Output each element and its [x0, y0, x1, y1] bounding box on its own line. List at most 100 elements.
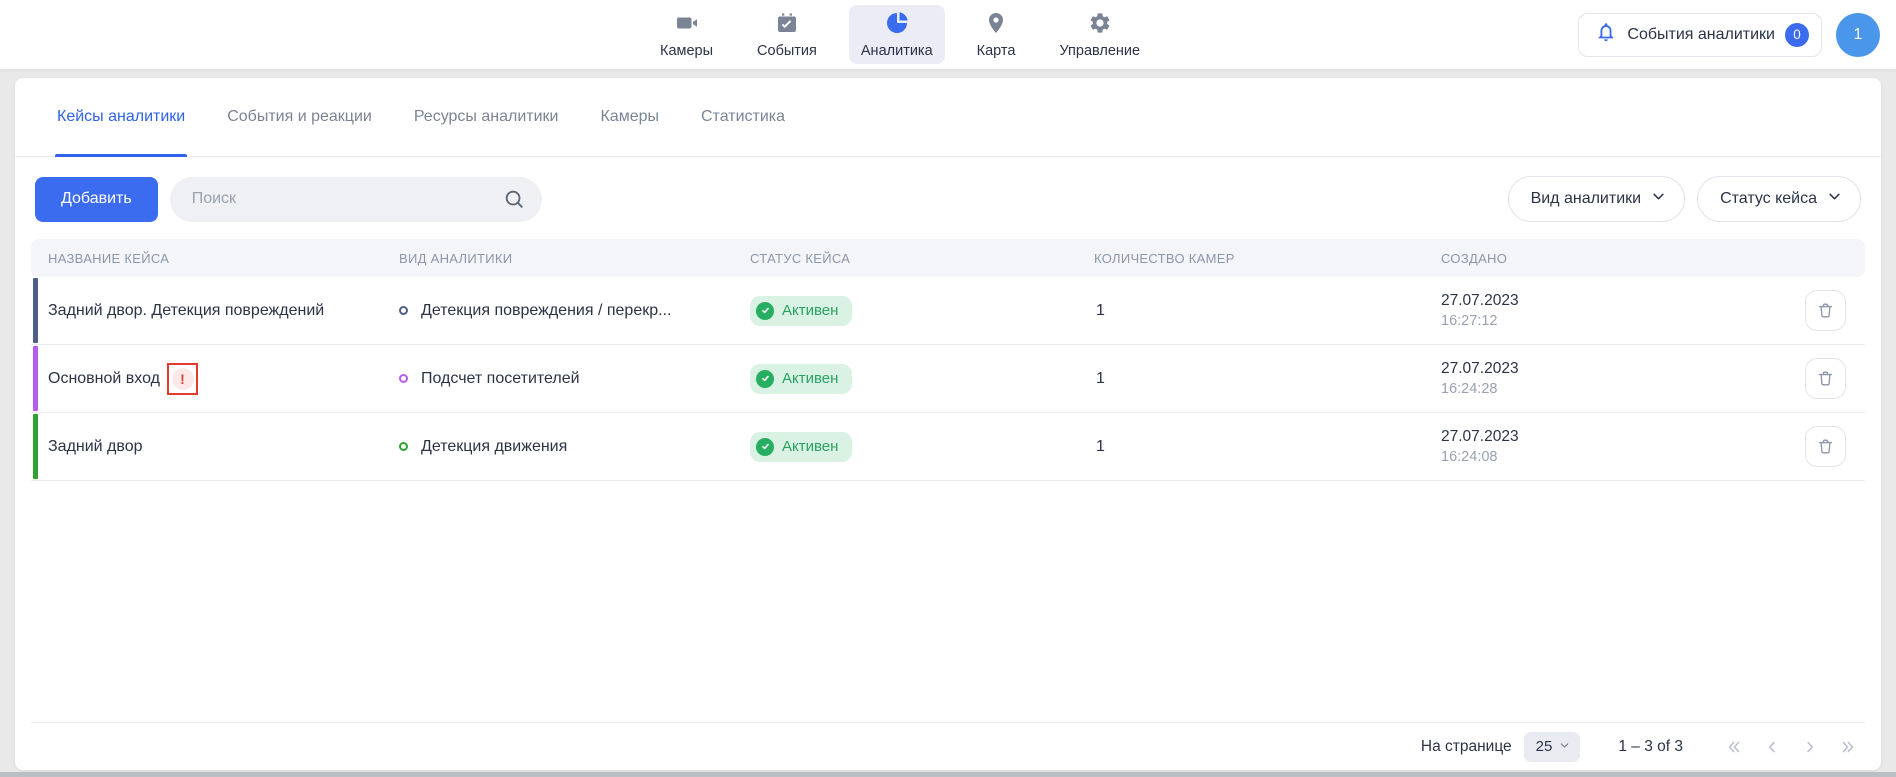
status-label: Активен — [782, 438, 838, 455]
double-chevron-right-icon — [1839, 738, 1857, 756]
pagination-controls — [1719, 732, 1863, 762]
toolbar: Добавить Вид аналитики Статус кейса — [35, 176, 1861, 222]
camera-count: 1 — [1094, 438, 1441, 456]
created-date: 27.07.2023 — [1441, 360, 1805, 378]
search-icon[interactable] — [503, 188, 525, 210]
nav-item-label: Управление — [1059, 43, 1140, 59]
search-input[interactable] — [170, 177, 542, 222]
nav-item-events[interactable]: События — [745, 5, 829, 64]
trash-icon — [1816, 437, 1835, 456]
chevron-down-icon — [1651, 189, 1666, 209]
notification-count-badge: 0 — [1785, 23, 1809, 47]
nav-item-label: Карта — [977, 43, 1016, 59]
add-button[interactable]: Добавить — [35, 177, 158, 222]
table-row[interactable]: Задний двор. Детекция повреждений ! Дете… — [31, 277, 1865, 345]
warning-icon: ! — [172, 368, 194, 390]
tab-analytics-resources[interactable]: Ресурсы аналитики — [414, 78, 559, 156]
case-name: Основной вход — [48, 370, 160, 388]
top-header: Камеры События Аналитика Карта Управлени… — [0, 0, 1896, 70]
chevron-down-icon — [1559, 738, 1570, 755]
calendar-icon — [775, 11, 799, 40]
per-page-select[interactable]: 25 — [1524, 732, 1581, 762]
chevron-left-icon — [1763, 738, 1781, 756]
header-right: События аналитики 0 1 — [1578, 0, 1880, 69]
status-badge: Активен — [750, 432, 852, 462]
tab-analytics-cases[interactable]: Кейсы аналитики — [57, 78, 185, 156]
nav-item-management[interactable]: Управление — [1047, 5, 1152, 64]
table-header-row: НАЗВАНИЕ КЕЙСА ВИД АНАЛИТИКИ СТАТУС КЕЙС… — [31, 239, 1865, 277]
cases-table: НАЗВАНИЕ КЕЙСА ВИД АНАЛИТИКИ СТАТУС КЕЙС… — [31, 239, 1865, 481]
camera-count: 1 — [1094, 370, 1441, 388]
analytics-type-icon — [399, 306, 408, 315]
created-date: 27.07.2023 — [1441, 428, 1805, 446]
warning-annotation-box: ! — [167, 363, 198, 395]
tab-cameras[interactable]: Камеры — [600, 78, 659, 156]
delete-button[interactable] — [1805, 426, 1846, 467]
created-time: 16:27:12 — [1441, 313, 1805, 329]
chevron-down-icon — [1827, 189, 1842, 209]
status-badge: Активен — [750, 364, 852, 394]
status-badge: Активен — [750, 296, 852, 326]
case-name: Задний двор. Детекция повреждений — [48, 302, 324, 320]
last-page-button[interactable] — [1833, 732, 1863, 762]
column-header-analytics-type: ВИД АНАЛИТИКИ — [399, 251, 750, 266]
analytics-events-button[interactable]: События аналитики 0 — [1578, 13, 1822, 57]
case-status-filter[interactable]: Статус кейса — [1697, 176, 1861, 222]
prev-page-button[interactable] — [1757, 732, 1787, 762]
check-icon — [756, 302, 774, 320]
search — [170, 177, 542, 222]
trash-icon — [1816, 369, 1835, 388]
nav-item-map[interactable]: Карта — [965, 5, 1028, 64]
column-header-case-name: НАЗВАНИЕ КЕЙСА — [31, 251, 399, 266]
tab-events-reactions[interactable]: События и реакции — [227, 78, 372, 156]
next-page-button[interactable] — [1795, 732, 1825, 762]
nav-item-label: Аналитика — [861, 43, 933, 59]
table-row[interactable]: Основной вход ! Подсчет посетителей Акти… — [31, 345, 1865, 413]
status-label: Активен — [782, 370, 838, 387]
window-bottom-edge — [0, 772, 1896, 777]
analytics-type-icon — [399, 374, 408, 383]
double-chevron-left-icon — [1725, 738, 1743, 756]
case-color-bar — [33, 414, 38, 479]
status-label: Активен — [782, 302, 838, 319]
chevron-right-icon — [1801, 738, 1819, 756]
delete-button[interactable] — [1805, 290, 1846, 331]
created-time: 16:24:08 — [1441, 449, 1805, 465]
first-page-button[interactable] — [1719, 732, 1749, 762]
pie-chart-icon — [885, 11, 909, 40]
main-navigation: Камеры События Аналитика Карта Управлени… — [648, 0, 1152, 69]
trash-icon — [1816, 301, 1835, 320]
video-camera-icon — [675, 11, 699, 40]
nav-item-cameras[interactable]: Камеры — [648, 5, 725, 64]
nav-item-label: Камеры — [660, 43, 713, 59]
user-avatar[interactable]: 1 — [1836, 13, 1880, 57]
analytics-type-filter[interactable]: Вид аналитики — [1508, 176, 1686, 222]
delete-button[interactable] — [1805, 358, 1846, 399]
tab-statistics[interactable]: Статистика — [701, 78, 785, 156]
column-header-case-status: СТАТУС КЕЙСА — [750, 251, 1094, 266]
map-pin-icon — [984, 11, 1008, 40]
per-page-value: 25 — [1536, 738, 1553, 755]
case-status-filter-label: Статус кейса — [1720, 190, 1817, 208]
analytics-type-label: Подсчет посетителей — [421, 370, 580, 388]
created-time: 16:24:28 — [1441, 381, 1805, 397]
analytics-cases-panel: Кейсы аналитики События и реакции Ресурс… — [15, 78, 1881, 770]
camera-count: 1 — [1094, 302, 1441, 320]
pagination-range: 1 – 3 of 3 — [1618, 738, 1683, 756]
table-row[interactable]: Задний двор ! Детекция движения Активен … — [31, 413, 1865, 481]
analytics-type-filter-label: Вид аналитики — [1531, 190, 1642, 208]
analytics-type-icon — [399, 442, 408, 451]
bell-icon — [1595, 21, 1617, 48]
section-tabs: Кейсы аналитики События и реакции Ресурс… — [15, 78, 1881, 157]
gear-icon — [1088, 11, 1112, 40]
case-color-bar — [33, 346, 38, 411]
nav-item-analytics[interactable]: Аналитика — [849, 5, 945, 64]
filters: Вид аналитики Статус кейса — [1508, 176, 1861, 222]
nav-item-label: События — [757, 43, 817, 59]
check-icon — [756, 370, 774, 388]
column-header-created: СОЗДАНО — [1441, 251, 1805, 266]
column-header-camera-count: КОЛИЧЕСТВО КАМЕР — [1094, 251, 1441, 266]
case-color-bar — [33, 278, 38, 343]
analytics-type-label: Детекция движения — [421, 438, 567, 456]
check-icon — [756, 438, 774, 456]
